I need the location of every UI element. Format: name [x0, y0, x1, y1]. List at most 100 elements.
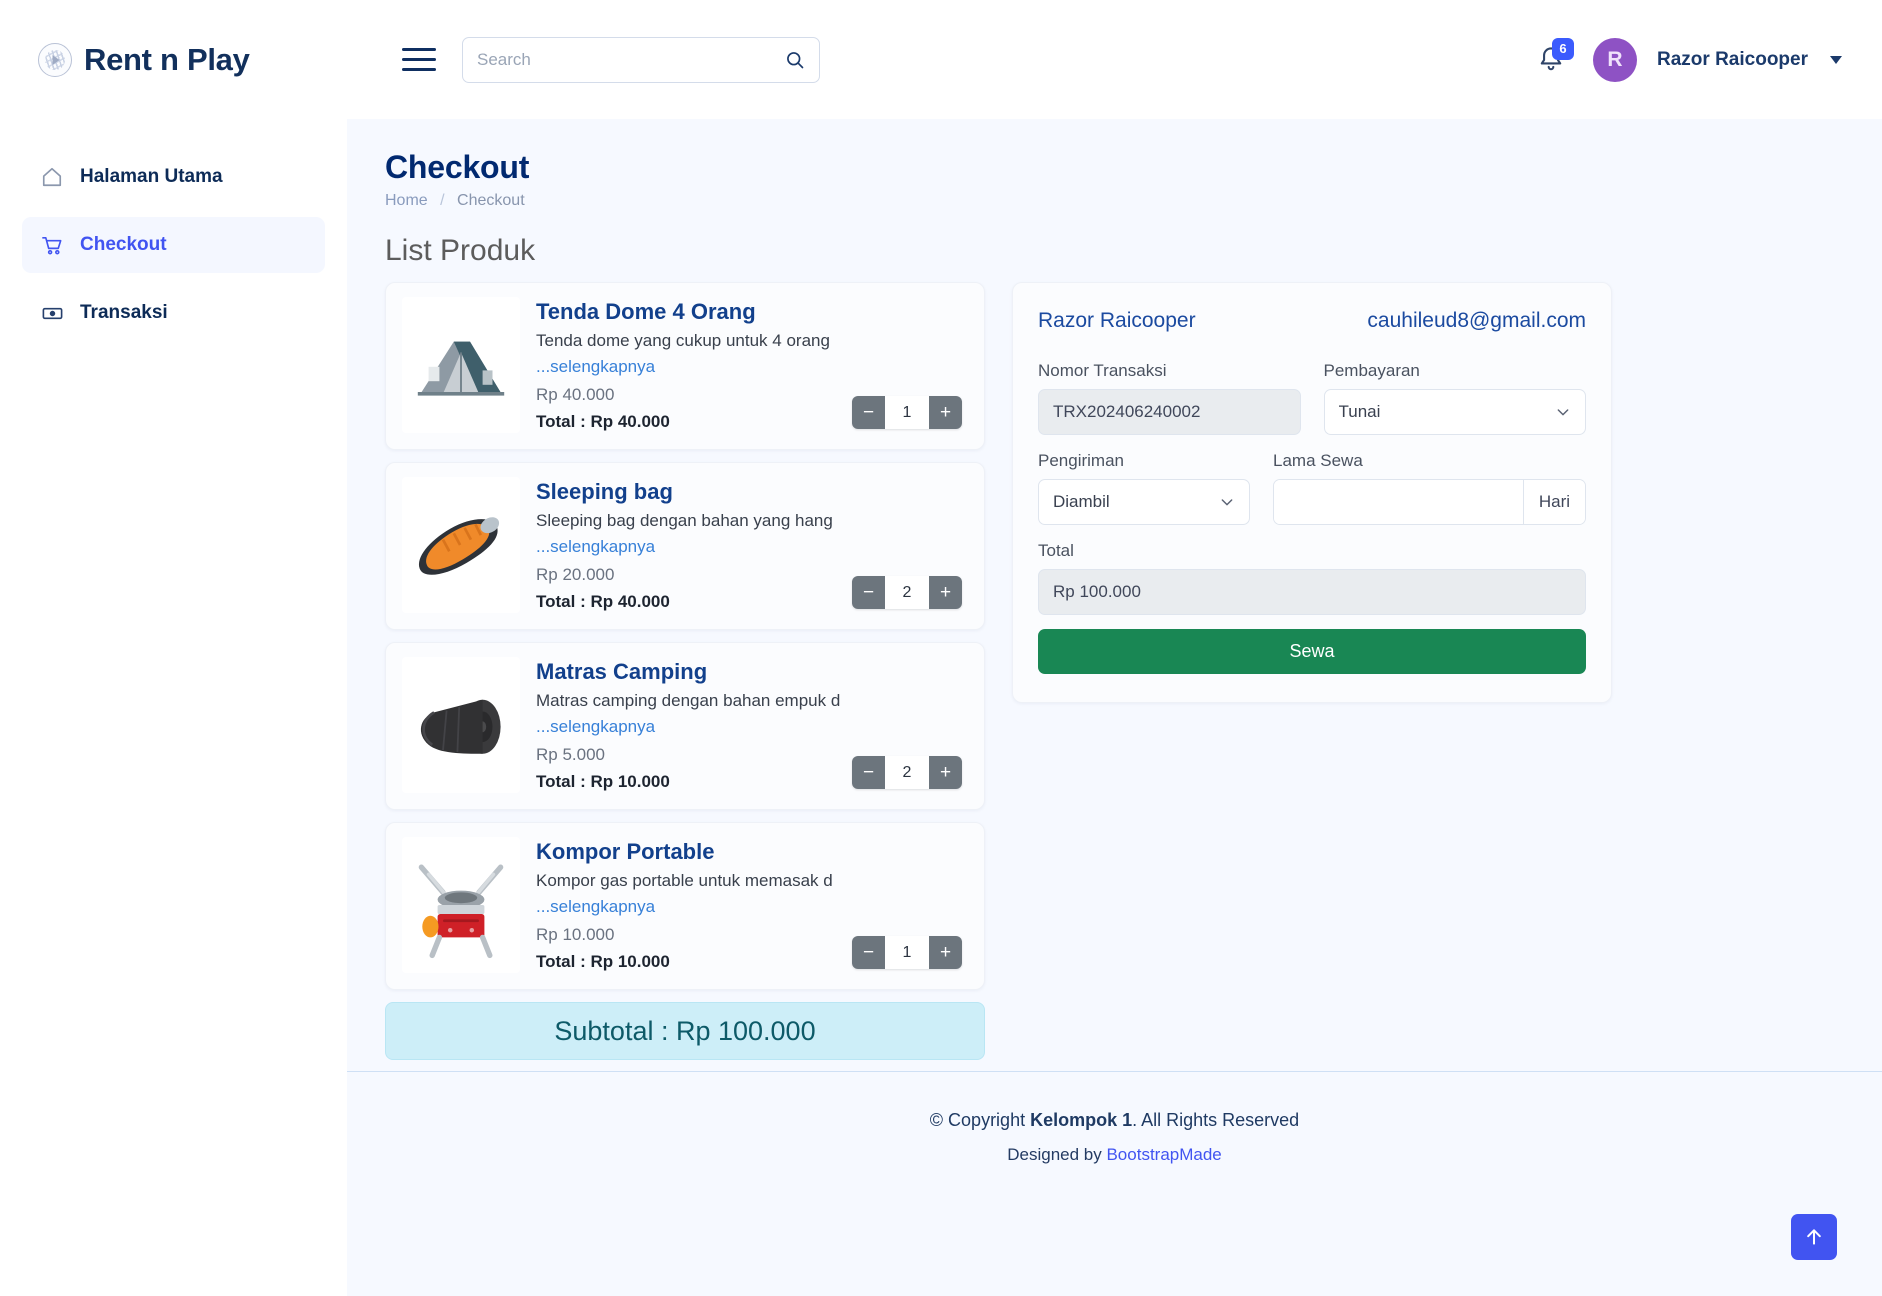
nomor-transaksi-label: Nomor Transaksi [1038, 361, 1301, 381]
quantity-decrement-button[interactable]: − [852, 576, 885, 609]
search-input[interactable] [477, 50, 785, 70]
sidebar-item-label: Halaman Utama [80, 166, 223, 188]
customer-name: Razor Raicooper [1038, 309, 1196, 333]
footer-brand: Kelompok 1 [1030, 1110, 1132, 1130]
quantity-decrement-button[interactable]: − [852, 936, 885, 969]
product-more-link[interactable]: ...selengkapnya [536, 357, 968, 377]
product-name[interactable]: Kompor Portable [536, 839, 968, 864]
sidebar-item-halaman-utama[interactable]: Halaman Utama [22, 149, 325, 205]
header-actions: 6 R Razor Raicooper [1529, 0, 1842, 119]
notification-badge: 6 [1552, 38, 1574, 60]
quantity-increment-button[interactable]: + [929, 756, 962, 789]
logo-emblem-icon [38, 43, 72, 77]
product-description: Sleeping bag dengan bahan yang hang [536, 511, 968, 531]
breadcrumb-home[interactable]: Home [385, 192, 428, 209]
pembayaran-select[interactable] [1324, 389, 1587, 435]
footer-designed-prefix: Designed by [1007, 1145, 1106, 1164]
product-description: Kompor gas portable untuk memasak d [536, 871, 968, 891]
product-more-link[interactable]: ...selengkapnya [536, 897, 968, 917]
sidebar-toggle-button[interactable] [398, 39, 440, 81]
section-title: List Produk [385, 234, 1882, 268]
quantity-increment-button[interactable]: + [929, 396, 962, 429]
product-image [402, 837, 520, 973]
quantity-stepper[interactable]: − + [852, 576, 962, 609]
field-total: Total [1038, 541, 1586, 615]
product-image [402, 297, 520, 433]
quantity-input[interactable] [885, 396, 929, 429]
sidebar-item-transaksi[interactable]: Transaksi [22, 285, 325, 341]
product-image [402, 477, 520, 613]
cart-icon [40, 233, 64, 257]
customer-summary: Razor Raicooper cauhileud8@gmail.com [1038, 309, 1586, 333]
product-card: Matras Camping Matras camping dengan bah… [385, 642, 985, 810]
lama-sewa-group[interactable]: Hari [1273, 479, 1586, 525]
product-card: Tenda Dome 4 Orang Tenda dome yang cukup… [385, 282, 985, 450]
notifications-button[interactable]: 6 [1529, 38, 1573, 82]
pengiriman-label: Pengiriman [1038, 451, 1250, 471]
search-icon[interactable] [785, 50, 805, 70]
pembayaran-label: Pembayaran [1324, 361, 1587, 381]
quantity-increment-button[interactable]: + [929, 936, 962, 969]
product-description: Tenda dome yang cukup untuk 4 orang [536, 331, 968, 351]
footer-copyright-prefix: © Copyright [930, 1110, 1030, 1130]
lama-sewa-input[interactable] [1274, 480, 1523, 524]
scroll-to-top-button[interactable] [1791, 1214, 1837, 1260]
arrow-up-icon [1804, 1227, 1824, 1247]
breadcrumb-current: Checkout [457, 192, 525, 209]
field-lama-sewa: Lama Sewa Hari [1273, 451, 1586, 525]
pengiriman-select-wrap[interactable] [1038, 479, 1250, 525]
sidebar-item-label: Checkout [80, 234, 167, 256]
quantity-stepper[interactable]: − + [852, 936, 962, 969]
footer-credit: Designed by BootstrapMade [347, 1145, 1882, 1165]
quantity-input[interactable] [885, 936, 929, 969]
quantity-input[interactable] [885, 576, 929, 609]
sidebar: Halaman Utama Checkout Transaksi [0, 119, 347, 1296]
product-more-link[interactable]: ...selengkapnya [536, 537, 968, 557]
page-header: Checkout Home / Checkout [347, 119, 1882, 210]
product-card: Kompor Portable Kompor gas portable untu… [385, 822, 985, 990]
footer-copyright-suffix: . All Rights Reserved [1132, 1110, 1299, 1130]
form-row-shipping: Pengiriman Lama Sewa Hari [1038, 451, 1586, 541]
camp-stove-icon [407, 845, 515, 965]
quantity-increment-button[interactable]: + [929, 576, 962, 609]
total-input [1038, 569, 1586, 615]
user-name-label[interactable]: Razor Raicooper [1657, 49, 1808, 71]
checkout-panel-column: Razor Raicooper cauhileud8@gmail.com Nom… [1012, 282, 1612, 1060]
breadcrumb: Home / Checkout [385, 192, 1882, 210]
quantity-stepper[interactable]: − + [852, 756, 962, 789]
product-name[interactable]: Sleeping bag [536, 479, 968, 504]
home-icon [40, 165, 64, 189]
avatar[interactable]: R [1593, 38, 1637, 82]
total-label: Total [1038, 541, 1586, 561]
sewa-submit-button[interactable]: Sewa [1038, 629, 1586, 674]
pengiriman-select[interactable] [1038, 479, 1250, 525]
quantity-input[interactable] [885, 756, 929, 789]
sidebar-item-checkout[interactable]: Checkout [22, 217, 325, 273]
product-name[interactable]: Matras Camping [536, 659, 968, 684]
product-list: Tenda Dome 4 Orang Tenda dome yang cukup… [385, 282, 985, 1060]
hamburger-bar [402, 58, 436, 61]
quantity-stepper[interactable]: − + [852, 396, 962, 429]
tent-icon [407, 305, 515, 425]
hamburger-bar [402, 68, 436, 71]
customer-email: cauhileud8@gmail.com [1367, 309, 1586, 333]
pembayaran-select-wrap[interactable] [1324, 389, 1587, 435]
field-pembayaran: Pembayaran [1324, 361, 1587, 435]
breadcrumb-separator: / [440, 192, 444, 209]
quantity-decrement-button[interactable]: − [852, 756, 885, 789]
brand-name: Rent n Play [84, 42, 250, 78]
bootstrapmade-link[interactable]: BootstrapMade [1106, 1145, 1221, 1164]
brand-logo[interactable]: Rent n Play [0, 42, 380, 78]
product-more-link[interactable]: ...selengkapnya [536, 717, 968, 737]
checkout-layout: Tenda Dome 4 Orang Tenda dome yang cukup… [347, 268, 1882, 1060]
lama-sewa-label: Lama Sewa [1273, 451, 1586, 471]
lama-sewa-suffix: Hari [1523, 480, 1585, 524]
chevron-down-icon[interactable] [1830, 56, 1842, 64]
subtotal-bar: Subtotal : Rp 100.000 [385, 1002, 985, 1060]
product-image [402, 657, 520, 793]
sidebar-item-label: Transaksi [80, 302, 168, 324]
quantity-decrement-button[interactable]: − [852, 396, 885, 429]
search-box[interactable] [462, 37, 820, 83]
form-row-transaction: Nomor Transaksi Pembayaran [1038, 361, 1586, 451]
product-name[interactable]: Tenda Dome 4 Orang [536, 299, 968, 324]
